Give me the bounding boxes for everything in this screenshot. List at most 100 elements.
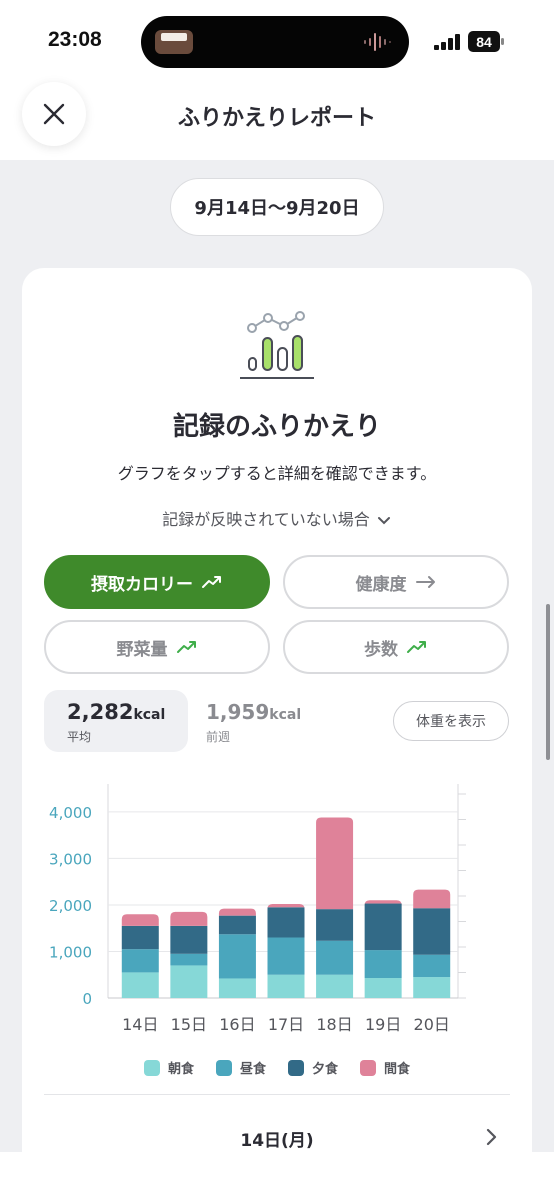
legend-dinner-label: 夕食: [312, 1062, 339, 1077]
bar-segment: [316, 974, 354, 998]
previous-week-value: 1,959kcal: [206, 700, 301, 724]
show-weight-button[interactable]: 体重を表示: [393, 701, 509, 741]
tab-calorie-intake-label: 摂取カロリー: [91, 574, 193, 595]
tab-health-score[interactable]: 健康度: [283, 555, 509, 609]
bar-segment: [267, 937, 305, 975]
show-weight-label: 体重を表示: [416, 714, 486, 730]
bar-segment: [316, 817, 354, 910]
legend-breakfast-swatch: [143, 1059, 160, 1076]
tab-steps[interactable]: 歩数: [283, 620, 509, 674]
battery-icon: 84: [468, 31, 504, 52]
scrollbar[interactable]: [546, 604, 550, 760]
trend-flat-icon: [415, 576, 435, 588]
nav-header: ふりかえりレポート: [0, 80, 554, 160]
date-range-label: 9月14日〜9月20日: [194, 198, 360, 219]
average-value: 2,282kcal: [67, 700, 165, 724]
y-tick-label: 2,000: [49, 897, 92, 915]
bar-segment: [170, 911, 208, 926]
bar-segment: [364, 903, 402, 951]
chevron-down-icon: [377, 516, 390, 524]
bar-segment: [316, 940, 354, 975]
divider: [44, 1094, 510, 1095]
previous-unit: kcal: [269, 707, 302, 723]
now-playing-artwork-icon: [155, 30, 193, 54]
status-bar: 23:08 84: [0, 0, 554, 80]
x-tick-label: 15日: [171, 1015, 207, 1034]
bar-segment: [218, 915, 256, 935]
bar-segment: [364, 950, 402, 978]
tab-steps-label: 歩数: [364, 639, 398, 660]
bar-segment: [364, 977, 402, 998]
bar-segment: [413, 889, 451, 909]
bar-segment: [218, 908, 256, 916]
page-title: ふりかえりレポート: [177, 106, 376, 131]
missing-records-toggle[interactable]: 記録が反映されていない場合: [22, 506, 532, 530]
legend-lunch: 昼食: [215, 1058, 266, 1077]
bar-segment: [170, 925, 208, 954]
bar-segment: [413, 908, 451, 955]
audio-waveform-icon: [364, 33, 391, 51]
tab-health-score-label: 健康度: [355, 574, 407, 595]
legend-lunch-label: 昼食: [239, 1062, 266, 1077]
x-tick-label: 19日: [365, 1015, 401, 1034]
status-time: 23:08: [48, 28, 102, 51]
bar-segment: [267, 907, 305, 938]
battery-level: 84: [476, 34, 492, 50]
chevron-right-icon[interactable]: [484, 1128, 498, 1146]
day-detail-label: 14日(月): [240, 1131, 314, 1151]
bar-segment: [316, 909, 354, 941]
day-detail-row[interactable]: 14日(月): [22, 1126, 532, 1151]
y-tick-label: 0: [82, 990, 92, 1008]
bar-segment: [121, 949, 159, 973]
chart-legend: 朝食 昼食 夕食 間食: [22, 1058, 532, 1077]
x-tick-label: 16日: [219, 1015, 255, 1034]
bar-segment: [413, 977, 451, 998]
trend-up-icon: [407, 641, 426, 653]
legend-snack-swatch: [360, 1059, 377, 1076]
trend-up-icon: [202, 576, 221, 588]
previous-number: 1,959: [206, 700, 270, 724]
bar-segment: [121, 925, 159, 950]
previous-week-label: 前週: [206, 730, 231, 744]
bar-segment: [170, 953, 208, 966]
bar-segment: [121, 914, 159, 926]
x-tick-label: 20日: [414, 1015, 450, 1034]
average-calories-box: 2,282kcal 平均: [44, 690, 188, 752]
y-tick-label: 3,000: [49, 850, 92, 868]
tab-calorie-intake[interactable]: 摂取カロリー: [44, 555, 270, 609]
x-tick-label: 18日: [316, 1015, 352, 1034]
legend-snack-label: 間食: [384, 1062, 411, 1077]
legend-lunch-swatch: [215, 1059, 232, 1076]
dynamic-island: [141, 16, 409, 68]
calorie-stacked-bar-chart[interactable]: 0 1,000 2,000 3,000 4,000 14日 15日 16日 17日 18日 19日 2…: [22, 768, 532, 1098]
bottom-area: [0, 1152, 554, 1200]
bar-segment: [267, 974, 305, 998]
x-tick-label: 17日: [268, 1015, 304, 1034]
cellular-signal-icon: [434, 34, 460, 50]
tab-vegetables[interactable]: 野菜量: [44, 620, 270, 674]
trend-up-icon: [176, 641, 196, 653]
legend-breakfast: 朝食: [143, 1058, 194, 1077]
bar-segment: [121, 972, 159, 998]
y-tick-label: 4,000: [49, 804, 92, 822]
average-label: 平均: [67, 730, 92, 744]
legend-snack: 間食: [360, 1058, 410, 1077]
average-number: 2,282: [67, 700, 134, 724]
bar-segment: [170, 965, 208, 998]
x-tick-label: 14日: [122, 1015, 158, 1034]
card-title: 記録のふりかえり: [172, 412, 381, 442]
average-unit: kcal: [133, 707, 166, 723]
bar-segment: [218, 978, 256, 998]
card-description: グラフをタップすると詳細を確認できます。: [117, 464, 437, 483]
chart-graph-icon: [240, 311, 314, 379]
report-card: 記録のふりかえり グラフをタップすると詳細を確認できます。 記録が反映されていな…: [22, 268, 532, 1200]
bar-segment: [413, 954, 451, 978]
legend-breakfast-label: 朝食: [167, 1062, 194, 1077]
tab-vegetables-label: 野菜量: [116, 639, 168, 660]
legend-dinner: 夕食: [288, 1058, 338, 1077]
y-tick-label: 1,000: [49, 943, 92, 961]
date-range-button[interactable]: 9月14日〜9月20日: [170, 178, 384, 236]
bar-segment: [218, 934, 256, 979]
legend-dinner-swatch: [288, 1059, 304, 1076]
missing-records-label: 記録が反映されていない場合: [162, 510, 370, 529]
